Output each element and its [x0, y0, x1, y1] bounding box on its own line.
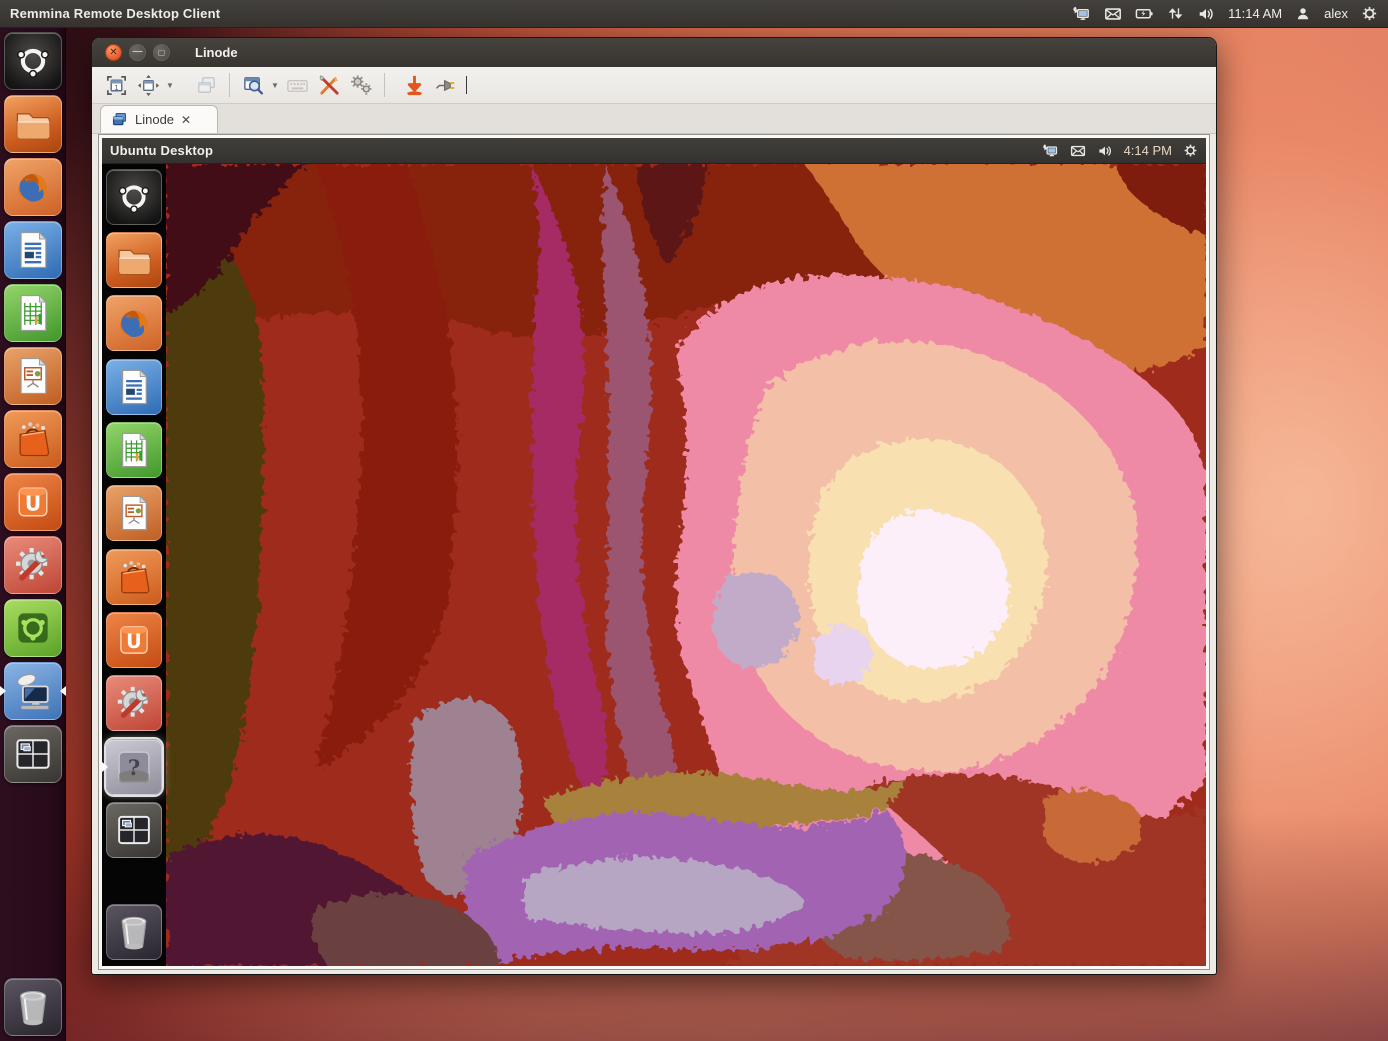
launcher-item-software-center[interactable] — [4, 410, 62, 468]
host-top-panel: Remmina Remote Desktop Client 11:14 AM a… — [0, 0, 1388, 28]
remote-launcher-item-calc[interactable] — [106, 422, 162, 478]
sync-arrows-icon[interactable] — [1167, 5, 1184, 22]
remote-tray: 4:14 PM — [1042, 142, 1206, 159]
host-panel-title: Remmina Remote Desktop Client — [0, 6, 220, 21]
remmina-indicator-icon[interactable] — [1042, 142, 1059, 159]
user-icon[interactable] — [1295, 6, 1311, 22]
volume-indicator-icon[interactable] — [1097, 143, 1113, 159]
tab-close-icon[interactable]: ✕ — [181, 114, 191, 126]
toolbar-separator — [229, 73, 230, 97]
volume-indicator-icon[interactable] — [1197, 5, 1215, 23]
scaled-mode-button[interactable] — [237, 71, 269, 100]
remote-launcher-item-writer[interactable] — [106, 359, 162, 415]
scaled-mode-dropdown[interactable]: ▼ — [269, 71, 281, 100]
switch-page-button[interactable] — [190, 71, 222, 100]
fit-window-button[interactable] — [132, 71, 164, 100]
window-title: Linode — [195, 45, 238, 60]
remote-launcher — [102, 163, 166, 966]
remote-launcher-item-files[interactable] — [106, 232, 162, 288]
toggle-fullscreen-button[interactable] — [100, 71, 132, 100]
preferences-button[interactable] — [345, 71, 377, 100]
remote-launcher-item-software-center[interactable] — [106, 549, 162, 605]
running-indicator-arrow — [0, 686, 6, 696]
tab-label: Linode — [135, 112, 174, 127]
remote-panel-title: Ubuntu Desktop — [102, 143, 213, 158]
battery-indicator-icon[interactable] — [1135, 4, 1154, 23]
focused-indicator-arrow — [102, 762, 108, 772]
launcher-item-workspaces[interactable] — [4, 725, 62, 783]
launcher-item-firefox[interactable] — [4, 158, 62, 216]
remmina-indicator-icon[interactable] — [1072, 4, 1091, 23]
minimize-button[interactable]: — — [129, 44, 146, 61]
tab-linode[interactable]: Linode ✕ — [100, 105, 218, 133]
launcher-item-software-updater[interactable] — [4, 599, 62, 657]
launcher-item-ubuntu-one[interactable] — [4, 473, 62, 531]
toolbar-caret — [466, 76, 467, 94]
remmina-window: ✕ — ▢ Linode ▼ ▼ Linode ✕ — [92, 38, 1216, 974]
remote-launcher-item-ubuntu-one[interactable] — [106, 612, 162, 668]
window-toolbar: ▼ ▼ — [92, 67, 1216, 104]
mail-indicator-icon[interactable] — [1070, 143, 1086, 159]
toolbar-separator — [384, 73, 385, 97]
tab-strip: Linode ✕ — [92, 104, 1216, 134]
launcher-item-trash[interactable] — [4, 978, 62, 1036]
launcher-item-system-settings[interactable] — [4, 536, 62, 594]
session-gear-icon[interactable] — [1361, 5, 1378, 22]
remote-launcher-item-firefox[interactable] — [106, 295, 162, 351]
mail-indicator-icon[interactable] — [1104, 5, 1122, 23]
host-launcher — [0, 27, 66, 1041]
remote-launcher-item-workspaces[interactable] — [106, 802, 162, 858]
grab-keyboard-button[interactable] — [281, 71, 313, 100]
fit-window-dropdown[interactable]: ▼ — [164, 71, 176, 100]
host-clock[interactable]: 11:14 AM — [1228, 6, 1282, 21]
remote-launcher-item-system-settings[interactable] — [106, 675, 162, 731]
launcher-item-impress[interactable] — [4, 347, 62, 405]
window-titlebar[interactable]: ✕ — ▢ Linode — [92, 38, 1216, 68]
focused-indicator-arrow — [60, 686, 66, 696]
remote-clock[interactable]: 4:14 PM — [1124, 143, 1172, 158]
remote-desktop[interactable]: Ubuntu Desktop 4:14 PM — [102, 138, 1206, 966]
remote-launcher-item-dash[interactable] — [106, 169, 162, 225]
tools-button[interactable] — [313, 71, 345, 100]
host-username[interactable]: alex — [1324, 6, 1348, 21]
launcher-item-writer[interactable] — [4, 221, 62, 279]
launcher-item-files[interactable] — [4, 95, 62, 153]
launcher-item-calc[interactable] — [4, 284, 62, 342]
tab-icon — [111, 111, 128, 128]
host-tray: 11:14 AM alex — [1072, 4, 1388, 23]
minimize-to-tray-button[interactable] — [398, 71, 430, 100]
disconnect-button[interactable] — [430, 71, 462, 100]
remote-launcher-item-trash[interactable] — [106, 904, 162, 960]
launcher-item-remmina[interactable] — [4, 662, 62, 720]
remote-viewport-frame: Ubuntu Desktop 4:14 PM — [98, 134, 1210, 970]
remote-launcher-item-unknown-app[interactable] — [106, 739, 162, 795]
maximize-button[interactable]: ▢ — [153, 44, 170, 61]
remote-wallpaper — [166, 163, 1206, 966]
close-button[interactable]: ✕ — [105, 44, 122, 61]
remote-launcher-item-impress[interactable] — [106, 485, 162, 541]
remote-top-panel[interactable]: Ubuntu Desktop 4:14 PM — [102, 138, 1206, 164]
session-gear-icon[interactable] — [1183, 143, 1198, 158]
launcher-item-dash[interactable] — [4, 32, 62, 90]
